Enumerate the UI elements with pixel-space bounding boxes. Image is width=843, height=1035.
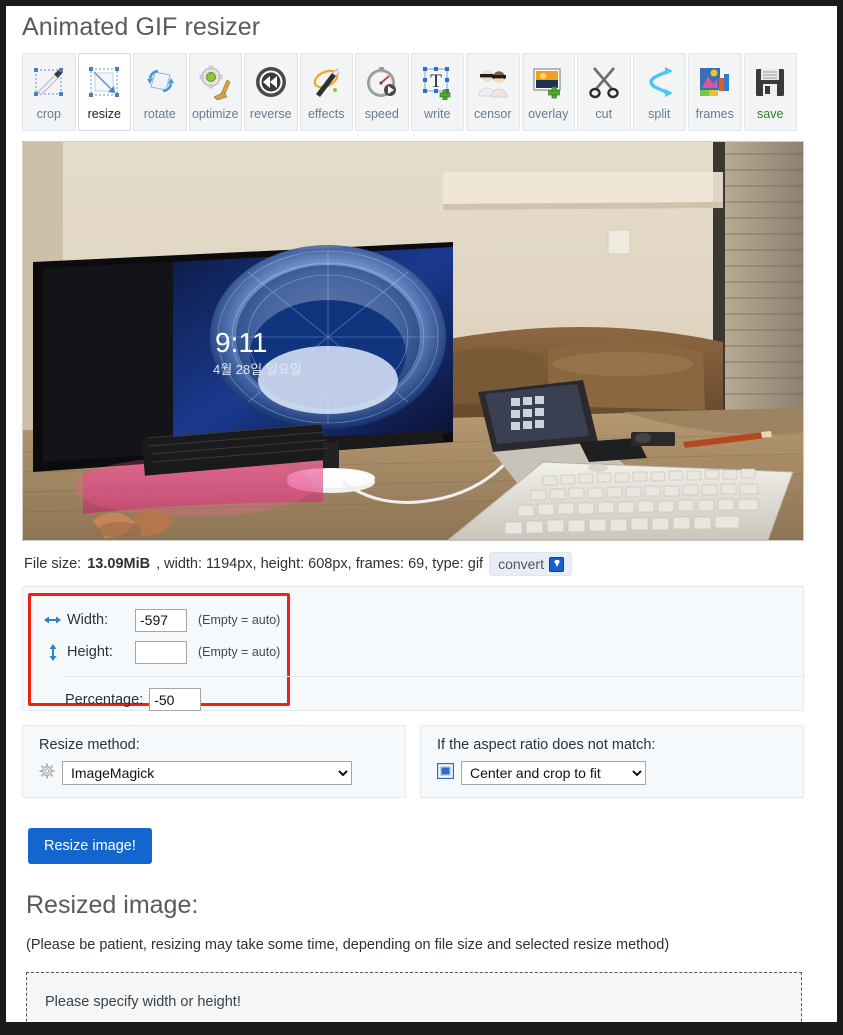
tool-write[interactable]: T write bbox=[410, 53, 464, 131]
percentage-row: Percentage: bbox=[65, 688, 805, 711]
svg-text:T: T bbox=[430, 71, 442, 92]
tool-save[interactable]: save bbox=[743, 53, 797, 131]
divider bbox=[65, 676, 805, 677]
percentage-label: Percentage: bbox=[65, 691, 144, 708]
tool-frames[interactable]: frames bbox=[688, 53, 742, 131]
gif-preview[interactable]: 9:11 4월 28일 일요일 bbox=[22, 141, 804, 541]
page-surface: Animated GIF resizer crop resize rotate … bbox=[6, 6, 837, 1022]
size-fields: Width: (Empty = auto) Height: (Empty bbox=[23, 587, 805, 711]
browser-window: Animated GIF resizer crop resize rotate … bbox=[0, 0, 843, 1035]
tool-label: cut bbox=[595, 107, 613, 121]
page-title: Animated GIF resizer bbox=[22, 13, 261, 41]
tool-label: split bbox=[648, 107, 671, 121]
speed-icon bbox=[362, 61, 402, 103]
aspect-ratio-select[interactable]: Center and crop to fit bbox=[461, 761, 646, 785]
height-label: Height: bbox=[67, 644, 113, 660]
result-message-box: Please specify width or height! bbox=[26, 972, 802, 1022]
tool-effects[interactable]: effects bbox=[299, 53, 353, 131]
svg-text:9:11: 9:11 bbox=[215, 327, 267, 358]
gear-icon bbox=[39, 763, 55, 784]
convert-label: convert bbox=[498, 556, 544, 572]
tool-reverse[interactable]: reverse bbox=[244, 53, 298, 131]
overlay-icon bbox=[528, 61, 568, 103]
resize-method-line: ImageMagick bbox=[39, 761, 405, 785]
tool-label: crop bbox=[36, 107, 61, 121]
tool-label: speed bbox=[364, 107, 399, 121]
file-info: File size: 13.09MiB , width: 1194px, heigh… bbox=[24, 552, 837, 576]
resize-method-label: Resize method: bbox=[39, 737, 140, 753]
tool-split[interactable]: split bbox=[632, 53, 686, 131]
tool-label: optimize bbox=[191, 107, 239, 121]
aspect-ratio-line: Center and crop to fit bbox=[437, 761, 803, 785]
horizontal-arrow-icon bbox=[44, 611, 61, 629]
tool-label: write bbox=[424, 107, 451, 121]
write-icon: T bbox=[417, 61, 457, 103]
svg-text:4월 28일 일요일: 4월 28일 일요일 bbox=[213, 362, 302, 377]
download-icon bbox=[549, 556, 564, 572]
width-row: Width: (Empty = auto) bbox=[44, 605, 805, 635]
rotate-icon bbox=[140, 61, 180, 103]
aspect-ratio-label: If the aspect ratio does not match: bbox=[437, 737, 656, 753]
tool-label: resize bbox=[87, 107, 121, 121]
split-icon bbox=[639, 61, 679, 103]
tool-cut[interactable]: cut bbox=[577, 53, 631, 131]
file-info-rest: , width: 1194px, height: 608px, frames: … bbox=[156, 556, 484, 572]
resize-image-button[interactable]: Resize image! bbox=[28, 828, 152, 864]
width-hint: (Empty = auto) bbox=[198, 613, 281, 627]
tool-overlay[interactable]: overlay bbox=[521, 53, 575, 131]
tool-label: rotate bbox=[143, 107, 176, 121]
resize-method-panel: Resize method: ImageMagick bbox=[22, 725, 406, 798]
tool-label: reverse bbox=[249, 107, 292, 121]
tool-label: frames bbox=[695, 107, 734, 121]
tool-resize[interactable]: resize bbox=[77, 53, 131, 131]
resize-icon bbox=[84, 61, 124, 103]
effects-icon bbox=[306, 61, 346, 103]
optimize-icon bbox=[195, 61, 235, 103]
file-info-prefix: File size: bbox=[24, 556, 82, 572]
censor-icon bbox=[473, 61, 513, 103]
height-input[interactable] bbox=[135, 640, 187, 664]
reverse-icon bbox=[251, 61, 291, 103]
crop-icon bbox=[29, 61, 69, 103]
tool-crop[interactable]: crop bbox=[22, 53, 76, 131]
tool-label: overlay bbox=[528, 107, 569, 121]
vertical-arrow-icon bbox=[44, 643, 61, 661]
height-hint: (Empty = auto) bbox=[198, 645, 281, 659]
preview-photo: 9:11 4월 28일 일요일 bbox=[23, 142, 803, 540]
tool-speed[interactable]: speed bbox=[355, 53, 409, 131]
convert-button[interactable]: convert bbox=[489, 552, 572, 576]
width-label: Width: bbox=[67, 612, 109, 628]
resized-image-note: (Please be patient, resizing may take so… bbox=[26, 937, 670, 953]
tool-label: effects bbox=[307, 107, 345, 121]
tool-label: save bbox=[757, 107, 784, 121]
width-input[interactable] bbox=[135, 608, 187, 632]
tool-rotate[interactable]: rotate bbox=[133, 53, 187, 131]
editor-toolbar: crop resize rotate optimize reverse effe… bbox=[22, 53, 822, 131]
resize-method-select[interactable]: ImageMagick bbox=[62, 761, 352, 785]
tool-optimize[interactable]: optimize bbox=[188, 53, 242, 131]
height-row: Height: (Empty = auto) bbox=[44, 637, 805, 667]
size-settings-panel: Width: (Empty = auto) Height: (Empty bbox=[22, 586, 805, 711]
save-icon bbox=[750, 61, 790, 103]
crop-frame-icon bbox=[437, 762, 455, 784]
frames-icon bbox=[695, 61, 735, 103]
tool-censor[interactable]: censor bbox=[466, 53, 520, 131]
resized-image-title: Resized image: bbox=[26, 891, 199, 919]
percentage-input[interactable] bbox=[149, 688, 202, 711]
cut-icon bbox=[584, 61, 624, 103]
file-size-value: 13.09MiB bbox=[87, 556, 151, 572]
aspect-ratio-panel: If the aspect ratio does not match: Cent… bbox=[420, 725, 804, 798]
option-panels: Resize method: ImageMagick If the aspect… bbox=[22, 725, 804, 798]
result-message: Please specify width or height! bbox=[45, 994, 241, 1010]
tool-label: censor bbox=[473, 107, 512, 121]
